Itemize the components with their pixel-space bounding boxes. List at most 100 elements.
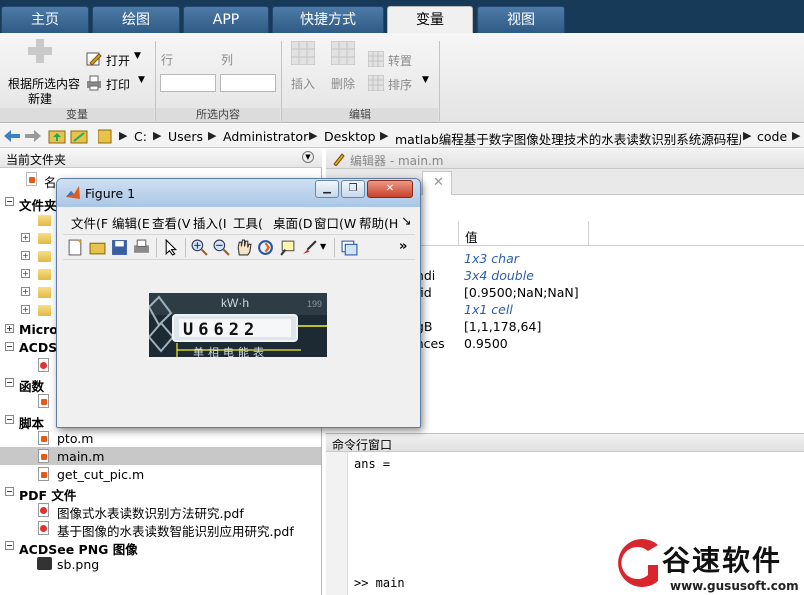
zoom-in-icon[interactable] xyxy=(191,239,208,256)
section-png[interactable]: − ACDSee PNG 图像 xyxy=(0,537,321,557)
print-button[interactable]: 打印 ▼ xyxy=(84,73,150,93)
collapse-icon[interactable]: − xyxy=(5,487,14,496)
back-arrow-icon[interactable] xyxy=(3,128,21,144)
new-figure-icon[interactable] xyxy=(67,239,84,256)
figure-toolbar: ▼ » xyxy=(63,234,415,260)
file-row-pdf-1[interactable]: 图像式水表读数识别方法研究.pdf xyxy=(0,501,321,521)
m-file-icon xyxy=(38,431,49,445)
toolbar-overflow-icon[interactable]: » xyxy=(399,239,407,254)
up-folder-icon[interactable] xyxy=(48,128,66,144)
ribbon-tab-bar: 主页 绘图 APP 快捷方式 变量 视图 xyxy=(0,0,804,33)
maximize-button[interactable]: ❐ xyxy=(341,180,365,198)
ws-var-value[interactable]: 0.9500 xyxy=(464,336,508,351)
ws-var-value[interactable]: 1x3 char xyxy=(464,251,519,266)
col-field[interactable] xyxy=(220,74,276,92)
tab-shortcuts[interactable]: 快捷方式 xyxy=(272,6,384,33)
pointer-icon[interactable] xyxy=(163,239,180,256)
new-from-selection-button[interactable]: 根据所选内容 新建 xyxy=(2,35,80,106)
row-field[interactable] xyxy=(160,74,216,92)
expand-icon[interactable]: + xyxy=(5,324,14,333)
value-column-header[interactable]: 值 xyxy=(465,227,478,246)
collapse-icon[interactable]: − xyxy=(5,378,14,387)
figure-menu-bar: 文件(F 编辑(E 查看(V 插入(I 工具( 桌面(D 窗口(W 帮助(H ↘ xyxy=(63,209,415,231)
row-label: 行 xyxy=(161,53,174,67)
menu-overflow-icon[interactable]: ↘ xyxy=(401,213,411,228)
brush-icon[interactable] xyxy=(301,239,318,256)
close-button[interactable]: ✕ xyxy=(367,180,413,198)
chevron-down-icon[interactable]: ▼ xyxy=(320,242,326,251)
sort-button[interactable]: 排序 ▼ xyxy=(366,73,436,93)
chevron-down-icon: ▼ xyxy=(138,75,145,85)
command-window-title-text: 命令行窗口 xyxy=(332,438,393,452)
menu-help[interactable]: 帮助(H xyxy=(359,213,398,232)
menu-desktop[interactable]: 桌面(D xyxy=(273,213,313,232)
breadcrumb-drive[interactable]: C: xyxy=(134,129,147,144)
panel-menu-icon[interactable]: ▼ xyxy=(302,151,314,163)
tab-home[interactable]: 主页 xyxy=(1,6,89,33)
expand-icon[interactable]: + xyxy=(21,305,30,314)
matlab-logo-icon xyxy=(66,186,80,199)
print-icon[interactable] xyxy=(133,239,150,256)
close-icon[interactable]: ✕ xyxy=(433,175,444,190)
ws-var-value[interactable]: 1x1 cell xyxy=(464,302,513,317)
breadcrumb-administrator[interactable]: Administrator xyxy=(223,129,308,144)
forward-arrow-icon[interactable] xyxy=(24,128,42,144)
ws-var-value[interactable]: [0.9500;NaN;NaN] xyxy=(464,285,579,300)
delete-button[interactable]: 删除 xyxy=(326,37,360,95)
file-row-png[interactable]: sb.png xyxy=(0,555,321,573)
breadcrumb-desktop[interactable]: Desktop xyxy=(324,129,376,144)
expand-icon[interactable]: + xyxy=(21,269,30,278)
breadcrumb-code[interactable]: code xyxy=(757,129,787,144)
meter-kwh-label: kW·h xyxy=(221,296,249,310)
section-pdf[interactable]: − PDF 文件 xyxy=(0,483,321,503)
tab-editor-file[interactable]: ✕ xyxy=(422,171,452,195)
menu-insert[interactable]: 插入(I xyxy=(193,213,227,232)
menu-view[interactable]: 查看(V xyxy=(152,213,190,232)
expand-icon[interactable]: + xyxy=(21,251,30,260)
figure-axes[interactable]: kW·h 199 U6622 单相电能表 xyxy=(63,262,415,419)
collapse-icon[interactable]: − xyxy=(5,415,14,424)
menu-file[interactable]: 文件(F xyxy=(71,213,108,232)
print-label: 打印 xyxy=(106,78,131,92)
collapse-icon[interactable]: − xyxy=(5,342,14,351)
collapse-icon[interactable]: − xyxy=(5,541,14,550)
file-row-main[interactable]: main.m xyxy=(0,447,321,465)
editor-icon xyxy=(333,153,345,166)
file-row-get-cut-pic[interactable]: get_cut_pic.m xyxy=(0,465,321,483)
command-prompt[interactable]: >> main xyxy=(354,576,405,590)
tab-plots[interactable]: 绘图 xyxy=(92,6,180,33)
expand-icon[interactable]: + xyxy=(21,287,30,296)
folder-icon xyxy=(38,233,51,244)
pan-hand-icon[interactable] xyxy=(235,239,252,256)
link-plot-icon[interactable] xyxy=(341,239,358,256)
tab-variable[interactable]: 变量 xyxy=(387,6,473,33)
folder-icon xyxy=(98,129,112,144)
file-row-pto[interactable]: pto.m xyxy=(0,429,321,447)
address-bar: ▶ C: ▶ Users ▶ Administrator ▶ Desktop ▶… xyxy=(0,124,804,148)
breadcrumb-users[interactable]: Users xyxy=(168,129,203,144)
menu-window[interactable]: 窗口(W xyxy=(314,213,356,232)
transpose-button[interactable]: 转置 xyxy=(366,49,436,69)
tab-apps[interactable]: APP xyxy=(183,6,269,33)
zoom-out-icon[interactable] xyxy=(213,239,230,256)
data-cursor-icon[interactable] xyxy=(279,239,296,256)
current-folder-title-text: 当前文件夹 xyxy=(6,153,67,167)
insert-button[interactable]: 插入 xyxy=(286,37,320,95)
file-row-pdf-2[interactable]: 基于图像的水表读数智能识别应用研究.pdf xyxy=(0,519,321,539)
rotate-3d-icon[interactable] xyxy=(257,239,274,256)
figure-title-bar[interactable]: Figure 1 ▁ ❐ ✕ xyxy=(57,179,420,207)
minimize-button[interactable]: ▁ xyxy=(315,180,339,198)
save-icon[interactable] xyxy=(111,239,128,256)
ws-var-value[interactable]: [1,1,178,64] xyxy=(464,319,541,334)
figure-window[interactable]: Figure 1 ▁ ❐ ✕ 文件(F 编辑(E 查看(V 插入(I 工具( 桌… xyxy=(56,178,421,428)
ws-var-value[interactable]: 3x4 double xyxy=(464,268,534,283)
menu-edit[interactable]: 编辑(E xyxy=(112,213,150,232)
open-folder-icon[interactable] xyxy=(89,239,106,256)
breadcrumb-project-folder[interactable]: matlab编程基于数字图像处理技术的水表读数识别系统源码程序 xyxy=(395,129,741,148)
expand-icon[interactable]: + xyxy=(21,233,30,242)
tab-view[interactable]: 视图 xyxy=(477,6,565,33)
collapse-icon[interactable]: − xyxy=(5,197,14,206)
menu-tools[interactable]: 工具( xyxy=(233,213,263,232)
browse-folder-icon[interactable] xyxy=(70,128,88,144)
open-button[interactable]: 打开 ▼ xyxy=(84,49,150,69)
